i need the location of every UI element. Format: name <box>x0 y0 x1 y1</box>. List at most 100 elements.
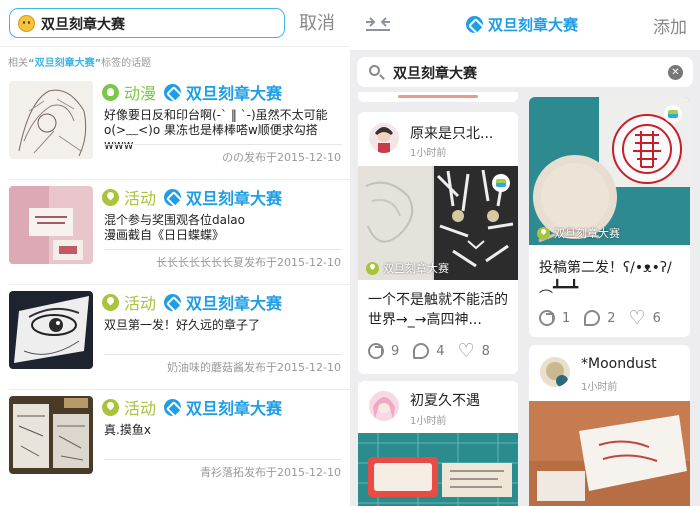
cancel-button[interactable]: 取消 <box>299 9 335 35</box>
tag-icon <box>164 398 182 416</box>
post-image[interactable]: 双旦刻章大赛 <box>529 97 690 245</box>
search-input-value: 双旦刻章大赛 <box>393 66 477 82</box>
post-image[interactable] <box>358 433 518 506</box>
category-label: 活动 <box>124 294 157 313</box>
comment-count: 4 <box>436 343 445 359</box>
divider <box>104 354 342 355</box>
post-image[interactable] <box>529 401 690 506</box>
related-tag-hint: 相关“双旦刻章大赛”标签的话题 <box>8 58 152 69</box>
post-meta: 奶油味的蘑菇酱发布于2015-12-10 <box>167 361 341 374</box>
category-badge: 动漫 双旦刻章大赛 <box>102 80 282 104</box>
category-badge: 活动 双旦刻章大赛 <box>102 290 282 314</box>
post-thumbnail <box>9 186 93 264</box>
location-icon <box>102 398 119 416</box>
emoji-icon <box>18 15 35 32</box>
post-time: 1小时前 <box>410 148 447 159</box>
share-icon[interactable] <box>539 310 555 326</box>
post-meta: 长长长长长长长夏发布于2015-12-10 <box>156 256 341 269</box>
location-icon <box>102 293 119 311</box>
feed-card[interactable]: 初夏久不遇 1小时前 <box>358 381 518 506</box>
tag-icon <box>466 16 483 33</box>
post-description: 真.摸鱼x <box>104 423 151 437</box>
comment-icon[interactable] <box>413 343 430 359</box>
clear-search-button[interactable]: ✕ <box>668 65 683 80</box>
tag-icon <box>164 293 182 311</box>
avatar[interactable] <box>540 357 570 387</box>
post-image[interactable]: 双旦刻章大赛 <box>358 166 518 280</box>
tag-feed-screen: 双旦刻章大赛 添加 双旦刻章大赛 ✕ 原来是只北... 1小时前 双旦刻章大赛 … <box>350 0 700 506</box>
heart-icon[interactable] <box>629 307 646 329</box>
category-badge: 活动 双旦刻章大赛 <box>102 395 282 419</box>
list-item[interactable]: 活动 双旦刻章大赛 真.摸鱼x 青衫落拓发布于2015-12-10 <box>0 396 350 500</box>
tag-icon <box>164 83 182 101</box>
share-count: 1 <box>562 310 571 326</box>
category-label: 动漫 <box>124 84 157 103</box>
post-thumbnail <box>9 291 93 369</box>
location-icon <box>102 188 119 206</box>
feed-card[interactable] <box>358 92 518 102</box>
like-count: 8 <box>481 343 490 359</box>
avatar[interactable] <box>369 391 399 421</box>
post-description: 好像要日反和印台啊(-` ‖ `-)虽然不太可能o(>﹏<)o 果冻也是棒棒嗒w… <box>104 108 328 152</box>
share-icon[interactable] <box>368 343 384 359</box>
post-text: 一个不是触就不能活的世界→_→高四神... <box>368 292 508 328</box>
page-title-text: 双旦刻章大赛 <box>488 16 579 34</box>
top-bar: 双旦刻章大赛 添加 <box>350 0 700 50</box>
topic-tag[interactable]: 双旦刻章大赛 <box>186 185 282 209</box>
feed-card[interactable]: 双旦刻章大赛 投稿第二发！ʕ/•ᴥ•ʔ/︵┻━┻ 1 2 6 <box>529 97 690 337</box>
username[interactable]: *Moondust <box>581 356 657 372</box>
hint-tag-link[interactable]: “双旦刻章大赛” <box>28 58 101 69</box>
list-item[interactable]: 动漫 双旦刻章大赛 好像要日反和印台啊(-` ‖ `-)虽然不太可能o(>﹏<)… <box>0 81 350 185</box>
list-item[interactable]: 活动 双旦刻章大赛 双旦第一发！好久远的章子了 奶油味的蘑菇酱发布于2015-1… <box>0 291 350 395</box>
username[interactable]: 初夏久不遇 <box>410 390 480 410</box>
feed-card[interactable]: 原来是只北... 1小时前 双旦刻章大赛 一个不是触就不能活的世界→_→高四神.… <box>358 112 518 374</box>
search-input[interactable]: 双旦刻章大赛 <box>9 8 285 38</box>
location-icon <box>537 226 550 240</box>
post-thumbnail <box>398 95 478 98</box>
divider <box>9 389 350 390</box>
image-tag: 双旦刻章大赛 <box>537 225 620 241</box>
category-badge: 活动 双旦刻章大赛 <box>102 185 282 209</box>
comment-count: 2 <box>607 310 616 326</box>
search-input[interactable]: 双旦刻章大赛 ✕ <box>357 57 693 87</box>
search-icon <box>369 65 380 76</box>
palette-icon <box>102 83 119 101</box>
divider <box>9 284 350 285</box>
list-item[interactable]: 活动 双旦刻章大赛 混个参与奖围观各位dalao 漫画截自《日日蝶蝶》 长长长长… <box>0 186 350 290</box>
add-button[interactable]: 添加 <box>653 13 687 38</box>
search-results-screen: 双旦刻章大赛 取消 相关“双旦刻章大赛”标签的话题 动漫 双旦刻章大赛 好像要日… <box>0 0 350 506</box>
collapse-arrows-icon[interactable] <box>364 15 392 35</box>
divider <box>104 249 342 250</box>
avatar[interactable] <box>369 123 399 153</box>
post-meta: のの发布于2015-12-10 <box>222 151 341 164</box>
camera-icon <box>664 105 682 123</box>
post-text: 投稿第二发！ʕ/•ᴥ•ʔ/︵┻━┻ <box>539 260 672 296</box>
heart-icon[interactable] <box>458 340 475 362</box>
share-count: 9 <box>391 343 400 359</box>
post-description: 混个参与奖围观各位dalao 漫画截自《日日蝶蝶》 <box>104 213 246 242</box>
header-divider <box>0 46 350 47</box>
category-label: 活动 <box>124 189 157 208</box>
post-time: 1小时前 <box>581 382 618 393</box>
image-tag: 双旦刻章大赛 <box>366 260 449 276</box>
post-stats: 9 4 8 <box>368 340 504 362</box>
post-thumbnail <box>9 81 93 159</box>
topic-tag[interactable]: 双旦刻章大赛 <box>186 80 282 104</box>
username[interactable]: 原来是只北... <box>410 123 493 143</box>
topic-tag[interactable]: 双旦刻章大赛 <box>186 395 282 419</box>
category-label: 活动 <box>124 399 157 418</box>
camera-icon <box>492 174 510 192</box>
post-stats: 1 2 6 <box>539 307 675 329</box>
post-meta: 青衫落拓发布于2015-12-10 <box>200 466 341 479</box>
search-input-value: 双旦刻章大赛 <box>41 17 125 33</box>
comment-icon[interactable] <box>584 310 601 326</box>
tag-icon <box>164 188 182 206</box>
page-title: 双旦刻章大赛 <box>466 14 578 35</box>
divider <box>104 459 342 460</box>
feed-card[interactable]: *Moondust 1小时前 <box>529 345 690 506</box>
post-time: 1小时前 <box>410 416 447 427</box>
divider <box>9 179 350 180</box>
topic-tag[interactable]: 双旦刻章大赛 <box>186 290 282 314</box>
location-icon <box>366 261 379 275</box>
divider <box>104 144 342 145</box>
